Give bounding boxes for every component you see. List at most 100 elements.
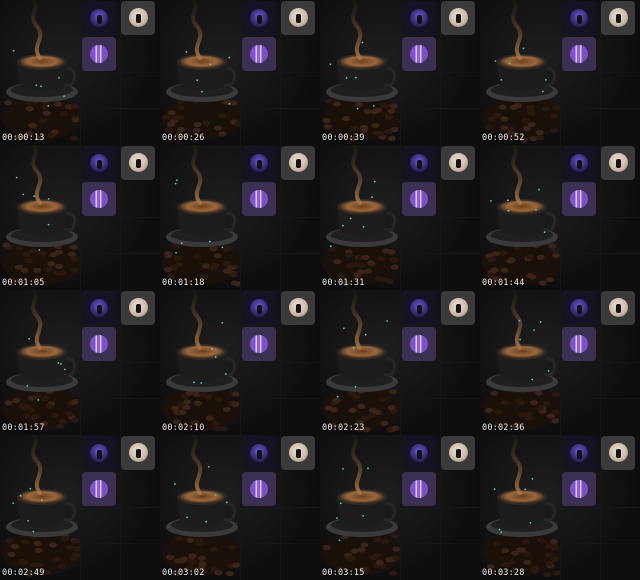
frame-timestamp: 00:01:44	[482, 278, 525, 288]
video-frame[interactable]: 00:01:05	[0, 145, 160, 290]
sparkle-dot	[38, 249, 41, 251]
frame-timestamp: 00:00:39	[322, 133, 365, 143]
sparkle-dot	[371, 196, 373, 199]
thumbnail-gray-portrait[interactable]	[281, 436, 315, 470]
video-frame[interactable]: 00:02:36	[480, 290, 640, 435]
thumbnail-gray-portrait[interactable]	[441, 291, 475, 325]
coffee-cup-scene	[322, 290, 400, 433]
thumbnail-purple-orb[interactable]	[402, 37, 436, 71]
video-frame[interactable]: 00:02:49	[0, 435, 160, 580]
thumbnail-gray-portrait[interactable]	[441, 1, 475, 35]
sparkle-dot	[336, 395, 339, 398]
sparkle-dot	[28, 337, 31, 340]
video-frame[interactable]: 00:00:13	[0, 0, 160, 145]
thumbnail-dark-portrait[interactable]	[402, 1, 436, 35]
thumbnail-gray-portrait[interactable]	[601, 291, 635, 325]
thumbnail-purple-orb[interactable]	[82, 182, 116, 216]
thumbnail-purple-orb[interactable]	[82, 37, 116, 71]
thumbnail-dark-portrait[interactable]	[242, 1, 276, 35]
thumbnail-gray-portrait[interactable]	[601, 146, 635, 180]
coffee-crema	[500, 490, 544, 504]
thumbnail-purple-orb[interactable]	[82, 327, 116, 361]
sparkle-dot	[180, 242, 183, 245]
thumbnail-purple-orb[interactable]	[242, 37, 276, 71]
sparkle-dot	[214, 494, 217, 496]
thumbnail-gray-portrait[interactable]	[601, 1, 635, 35]
thumbnail-dark-portrait[interactable]	[82, 1, 116, 35]
thumbnail-purple-orb[interactable]	[402, 327, 436, 361]
frame-timestamp: 00:00:26	[162, 133, 205, 143]
thumbnail-purple-orb[interactable]	[402, 182, 436, 216]
video-frame[interactable]: 00:01:31	[320, 145, 480, 290]
video-frame[interactable]: 00:00:52	[480, 0, 640, 145]
thumbnail-gray-portrait[interactable]	[121, 1, 155, 35]
thumbnail-dark-portrait[interactable]	[562, 1, 596, 35]
sparkle-dot	[22, 193, 25, 196]
frame-timestamp: 00:01:57	[2, 423, 45, 433]
sparkle-dot	[26, 385, 29, 387]
thumbnail-gray-portrait[interactable]	[441, 146, 475, 180]
video-frame[interactable]: 00:01:57	[0, 290, 160, 435]
coffee-crema	[180, 490, 224, 504]
thumbnail-purple-orb[interactable]	[562, 327, 596, 361]
thumbnail-purple-orb[interactable]	[242, 327, 276, 361]
sparkle-dot	[175, 252, 177, 254]
thumbnail-purple-orb[interactable]	[82, 472, 116, 506]
thumbnail-purple-orb[interactable]	[562, 37, 596, 71]
steam	[351, 435, 363, 495]
sparkle-dot	[12, 49, 15, 52]
sparkle-dot	[40, 499, 43, 501]
video-frame[interactable]: 00:03:02	[160, 435, 320, 580]
sparkle-dot	[174, 182, 177, 185]
video-frame[interactable]: 00:02:10	[160, 290, 320, 435]
thumbnail-dark-portrait[interactable]	[402, 291, 436, 325]
thumbnail-gray-portrait[interactable]	[441, 436, 475, 470]
sparkle-dot	[193, 381, 195, 384]
thumbnail-gray-portrait[interactable]	[281, 1, 315, 35]
thumbnail-dark-portrait[interactable]	[562, 146, 596, 180]
thumbnail-dark-portrait[interactable]	[82, 436, 116, 470]
sparkle-dot	[531, 378, 534, 381]
thumbnail-dark-portrait[interactable]	[82, 291, 116, 325]
thumbnail-dark-portrait[interactable]	[562, 291, 596, 325]
thumbnail-dark-portrait[interactable]	[82, 146, 116, 180]
video-frame[interactable]: 00:01:18	[160, 145, 320, 290]
frame-timestamp: 00:01:18	[162, 278, 205, 288]
thumbnail-purple-orb[interactable]	[242, 472, 276, 506]
sparkle-dot	[522, 47, 525, 50]
sparkle-dot	[211, 348, 213, 350]
thumbnail-dark-portrait[interactable]	[242, 436, 276, 470]
video-frame[interactable]: 00:01:44	[480, 145, 640, 290]
thumbnail-gray-portrait[interactable]	[121, 146, 155, 180]
thumbnail-dark-portrait[interactable]	[402, 436, 436, 470]
thumbnail-dark-portrait[interactable]	[562, 436, 596, 470]
video-frame[interactable]: 00:00:26	[160, 0, 320, 145]
video-frame[interactable]: 00:02:23	[320, 290, 480, 435]
sparkle-dot	[494, 60, 497, 62]
coffee-crema	[500, 345, 544, 359]
steam	[31, 290, 43, 350]
coffee-crema	[500, 55, 544, 69]
coffee-cup-scene	[162, 435, 240, 577]
thumbnail-purple-orb[interactable]	[562, 472, 596, 506]
sparkle-dot	[201, 90, 203, 93]
thumbnail-dark-portrait[interactable]	[242, 146, 276, 180]
thumbnail-dark-portrait[interactable]	[402, 146, 436, 180]
thumbnail-dark-portrait[interactable]	[242, 291, 276, 325]
coffee-cup-scene	[2, 0, 80, 141]
steam	[31, 0, 43, 60]
video-frame[interactable]: 00:03:15	[320, 435, 480, 580]
video-frame[interactable]: 00:00:39	[320, 0, 480, 145]
sparkle-dot	[60, 363, 62, 365]
thumbnail-gray-portrait[interactable]	[121, 291, 155, 325]
coffee-cup-scene	[482, 145, 560, 287]
thumbnail-gray-portrait[interactable]	[281, 146, 315, 180]
thumbnail-gray-portrait[interactable]	[121, 436, 155, 470]
thumbnail-purple-orb[interactable]	[562, 182, 596, 216]
video-frame[interactable]: 00:03:28	[480, 435, 640, 580]
thumbnail-purple-orb[interactable]	[402, 472, 436, 506]
thumbnail-gray-portrait[interactable]	[601, 436, 635, 470]
thumbnail-purple-orb[interactable]	[242, 182, 276, 216]
sparkle-dot	[196, 79, 199, 82]
thumbnail-gray-portrait[interactable]	[281, 291, 315, 325]
